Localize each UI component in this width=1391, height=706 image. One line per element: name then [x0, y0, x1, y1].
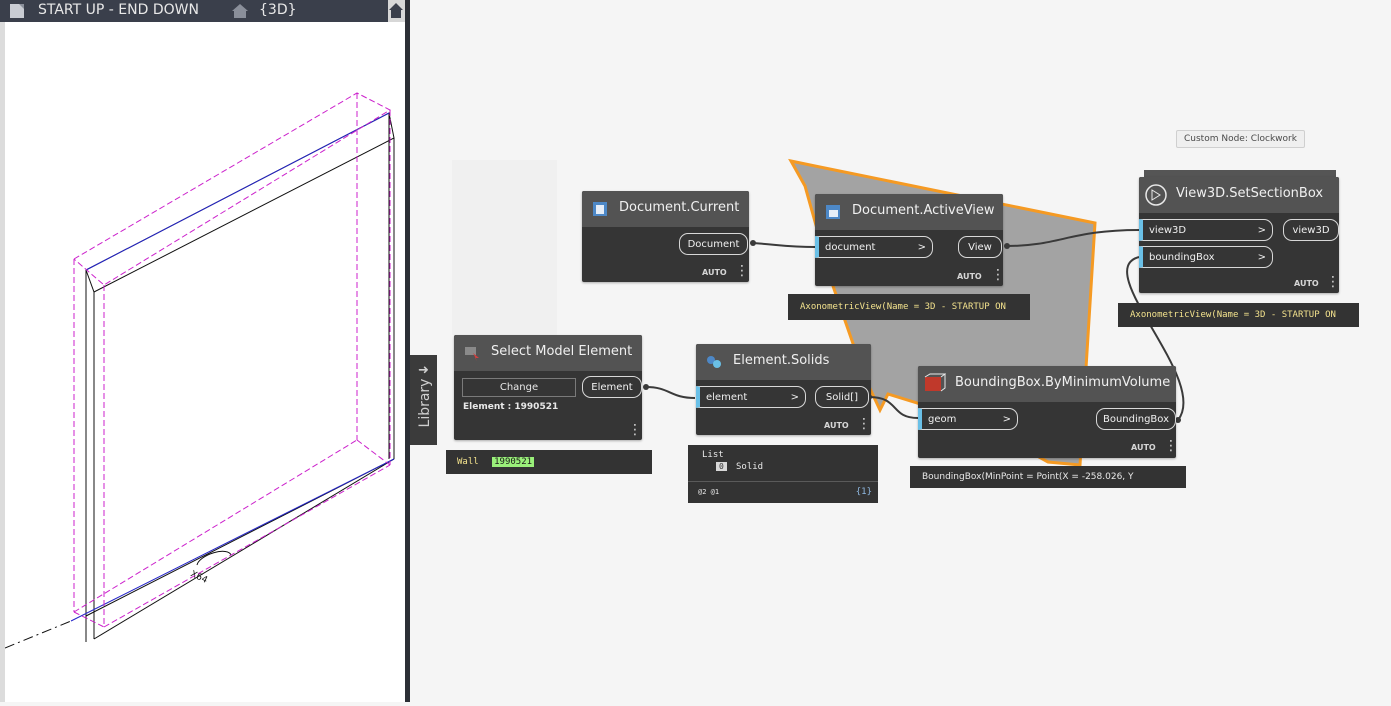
- element-id-value[interactable]: 1990521: [492, 457, 535, 467]
- wire-select-element[interactable]: [645, 386, 696, 399]
- preview-select-element[interactable]: Wall 1990521: [446, 450, 652, 474]
- preview-label: Wall: [457, 457, 479, 467]
- node-document-current[interactable]: Document.Current Document AUTO ⋮: [582, 191, 749, 282]
- document-icon: [593, 202, 607, 216]
- view-tab-bar: START UP - END DOWN {3D}: [0, 0, 405, 22]
- wire-document-current[interactable]: [752, 242, 816, 248]
- node-view3d-setsectionbox[interactable]: View3D.SetSectionBox view3D > boundingBox…: [1139, 177, 1340, 293]
- view-icon: [826, 205, 840, 219]
- boundingbox-icon: [924, 373, 946, 392]
- input-port-document[interactable]: document >: [815, 236, 933, 258]
- node-element-solids[interactable]: Element.Solids element > Solid[] AUTO ⋮: [696, 344, 871, 435]
- more-icon[interactable]: ⋮: [991, 267, 1005, 283]
- input-port-geom[interactable]: geom >: [918, 408, 1018, 430]
- output-port-boundingbox[interactable]: BoundingBox: [1096, 408, 1176, 430]
- node-title: Element.Solids: [733, 353, 830, 368]
- home-icon[interactable]: [231, 3, 251, 19]
- list-index: 0: [716, 462, 727, 471]
- view-tab-title[interactable]: START UP - END DOWN: [38, 2, 199, 18]
- node-title: Document.ActiveView: [852, 203, 995, 218]
- node-boundingbox-byminimumvolume[interactable]: BoundingBox.ByMinimumVolume geom > Boundi…: [918, 366, 1178, 458]
- node-select-model-element[interactable]: Select Model Element Change Element Elem…: [454, 335, 642, 440]
- more-icon[interactable]: ⋮: [1164, 438, 1178, 454]
- more-icon[interactable]: ⋮: [628, 422, 642, 438]
- run-mode[interactable]: AUTO: [957, 272, 982, 281]
- list-count: {1}: [855, 487, 872, 497]
- preview-activeview[interactable]: AxonometricView(Name = 3D - STARTUP ON: [788, 294, 1030, 320]
- custom-node-stack-edge: [1144, 170, 1336, 177]
- run-mode[interactable]: AUTO: [1131, 443, 1156, 452]
- node-title: Select Model Element: [491, 344, 633, 359]
- change-button[interactable]: Change: [462, 378, 576, 397]
- wall-model-drawing: X64: [4, 92, 395, 649]
- output-port-element[interactable]: Element: [582, 376, 642, 398]
- node-document-activeview[interactable]: Document.ActiveView document > View AUTO …: [815, 194, 1005, 286]
- run-mode[interactable]: AUTO: [702, 268, 727, 277]
- output-port-view3d[interactable]: view3D: [1283, 219, 1339, 241]
- more-icon[interactable]: ⋮: [1326, 274, 1340, 290]
- view-icon: [10, 4, 24, 18]
- select-icon: [465, 347, 479, 361]
- output-port-view[interactable]: View: [958, 236, 1002, 258]
- home-icon-2[interactable]: [388, 0, 405, 22]
- node-title: Document.Current: [619, 200, 740, 215]
- more-icon[interactable]: ⋮: [857, 416, 871, 432]
- node-title: BoundingBox.ByMinimumVolume: [955, 375, 1171, 390]
- library-label: Library: [417, 378, 433, 428]
- node-title: View3D.SetSectionBox: [1176, 186, 1324, 201]
- output-port-solid[interactable]: Solid[]: [815, 386, 869, 408]
- preview-boundingbox[interactable]: BoundingBox(MinPoint = Point(X = -258.02…: [910, 466, 1186, 488]
- more-icon[interactable]: ⋮: [735, 263, 749, 279]
- custom-node-tooltip: Custom Node: Clockwork: [1176, 130, 1305, 148]
- run-mode[interactable]: AUTO: [1294, 279, 1319, 288]
- preview-setsectionbox[interactable]: AxonometricView(Name = 3D - STARTUP ON: [1118, 303, 1359, 327]
- revit-3d-viewport[interactable]: X64: [4, 22, 405, 702]
- solids-icon: [707, 356, 721, 368]
- dynamo-canvas[interactable]: Document.Current Document AUTO ⋮ Documen…: [410, 0, 1391, 702]
- input-port-boundingbox[interactable]: boundingBox >: [1139, 246, 1273, 268]
- view-name[interactable]: {3D}: [259, 2, 297, 18]
- custom-node-icon: [1145, 184, 1167, 206]
- input-port-element[interactable]: element >: [696, 386, 806, 408]
- preview-element-solids[interactable]: List 0 Solid @2 @1 {1}: [688, 445, 878, 503]
- run-mode[interactable]: AUTO: [824, 421, 849, 430]
- element-id-label: Element : 1990521: [463, 402, 559, 412]
- library-tab[interactable]: ➜ Library: [410, 355, 437, 445]
- input-port-view3d[interactable]: view3D >: [1139, 219, 1273, 241]
- output-port-document[interactable]: Document: [679, 233, 748, 255]
- list-levels: @2 @1: [698, 488, 720, 496]
